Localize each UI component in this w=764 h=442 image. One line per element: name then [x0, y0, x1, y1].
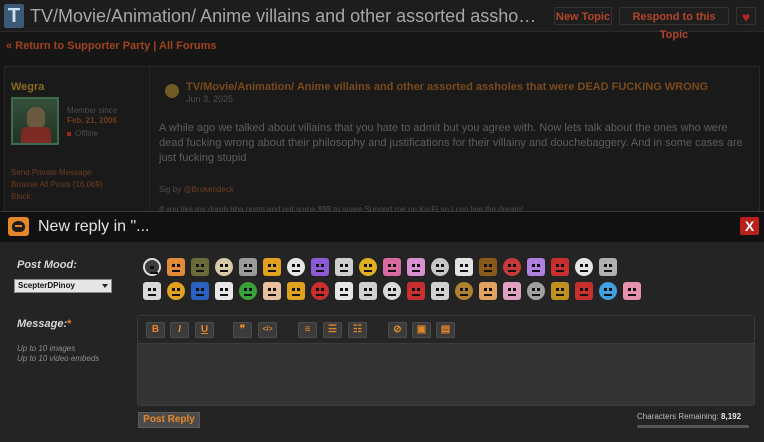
underline-button[interactable]: U: [195, 322, 214, 338]
image-button[interactable]: ▣: [412, 322, 431, 338]
mood-emoticon-3-icon[interactable]: [191, 258, 209, 276]
signature: Sig by @Brokendeck: [159, 185, 234, 194]
mood-emoticon-21-icon[interactable]: [143, 282, 161, 300]
mood-emoticon-4-icon[interactable]: [215, 258, 233, 276]
mood-emoticon-35-icon[interactable]: [479, 282, 497, 300]
quote-button[interactable]: ❞: [233, 322, 252, 338]
post-body: A while ago we talked about villains tha…: [159, 122, 743, 164]
mood-select[interactable]: ScepterDPinoy: [14, 279, 112, 293]
mood-emoticon-25-icon[interactable]: [239, 282, 257, 300]
mood-emoticon-7-icon[interactable]: [287, 258, 305, 276]
close-button[interactable]: X: [740, 217, 759, 235]
modal-title: New reply in "...: [38, 218, 150, 235]
mood-emoticon-26-icon[interactable]: [263, 282, 281, 300]
mood-emoticon-23-icon[interactable]: [191, 282, 209, 300]
mood-emoticon-41-icon[interactable]: [623, 282, 641, 300]
sig-author-link[interactable]: @Brokendeck: [183, 185, 233, 194]
post-mood-label: Post Mood:: [17, 259, 77, 271]
user-panel: Wegra Member since Feb. 21, 2006 Offline…: [5, 67, 150, 217]
mood-emoticon-20-icon[interactable]: [599, 258, 617, 276]
mood-emoticon-39-icon[interactable]: [575, 282, 593, 300]
mood-emoticon-8-icon[interactable]: [311, 258, 329, 276]
mood-emoticon-1-icon[interactable]: [143, 258, 161, 276]
bold-button[interactable]: B: [146, 322, 165, 338]
new-topic-button[interactable]: New Topic: [554, 7, 612, 25]
mood-emoticon-15-icon[interactable]: [479, 258, 497, 276]
mood-emoticon-13-icon[interactable]: [431, 258, 449, 276]
username[interactable]: Wegra: [11, 81, 44, 93]
block-link[interactable]: Block: [11, 192, 31, 201]
mood-emoticon-28-icon[interactable]: [311, 282, 329, 300]
post-reply-button[interactable]: Post Reply: [138, 412, 200, 428]
reply-modal: New reply in "... X Post Mood: ScepterDP…: [0, 211, 764, 442]
post-title: TV/Movie/Animation/ Anime villains and o…: [186, 81, 709, 93]
reply-icon: [8, 217, 29, 236]
editor-toolbar: B I U ❞ </> ≡ ☰ ☷ ⊘ ▣ ▤: [138, 316, 754, 344]
mood-emoticon-37-icon[interactable]: [527, 282, 545, 300]
mood-emoticon-22-icon[interactable]: [167, 282, 185, 300]
mood-emoticon-32-icon[interactable]: [407, 282, 425, 300]
mood-emoticon-6-icon[interactable]: [263, 258, 281, 276]
link-button[interactable]: ⊘: [388, 322, 407, 338]
message-textarea[interactable]: [138, 345, 754, 405]
site-logo[interactable]: T: [4, 4, 24, 28]
avatar[interactable]: [11, 97, 59, 145]
mood-emoticon-27-icon[interactable]: [287, 282, 305, 300]
mood-emoticon-9-icon[interactable]: [335, 258, 353, 276]
mood-emoticon-38-icon[interactable]: [551, 282, 569, 300]
characters-bar: [637, 425, 749, 428]
member-since-date: Feb. 21, 2006: [67, 116, 117, 125]
return-link[interactable]: « Return to Supporter Party | All Forums: [6, 40, 216, 52]
mood-emoticon-33-icon[interactable]: [431, 282, 449, 300]
mood-emoticon-12-icon[interactable]: [407, 258, 425, 276]
mood-emoticon-5-icon[interactable]: [239, 258, 257, 276]
align-left-button[interactable]: ≡: [298, 322, 317, 338]
message-editor: B I U ❞ </> ≡ ☰ ☷ ⊘ ▣ ▤: [137, 315, 755, 406]
mood-emoticon-36-icon[interactable]: [503, 282, 521, 300]
characters-remaining: Characters Remaining: 8,192: [637, 412, 742, 421]
mood-emoticon-11-icon[interactable]: [383, 258, 401, 276]
mood-emoticon-34-icon[interactable]: [455, 282, 473, 300]
member-since-label: Member since: [67, 106, 118, 115]
browse-posts-link[interactable]: Browse All Posts (16,069): [11, 180, 103, 189]
code-button[interactable]: </>: [258, 322, 277, 338]
mood-emoticon-2-icon[interactable]: [167, 258, 185, 276]
heart-icon[interactable]: ♥: [736, 7, 756, 25]
mood-emoticon-31-icon[interactable]: [383, 282, 401, 300]
ordered-list-button[interactable]: ☰: [323, 322, 342, 338]
mood-emoticon-17-icon[interactable]: [527, 258, 545, 276]
message-label: Message:*: [17, 318, 72, 330]
offline-dot-icon: [67, 131, 71, 136]
post-date: Jun 3, 2025: [186, 94, 234, 104]
mood-emoticon-24-icon[interactable]: [215, 282, 233, 300]
mood-emoticon-10-icon[interactable]: [359, 258, 377, 276]
mood-emoticon-40-icon[interactable]: [599, 282, 617, 300]
italic-button[interactable]: I: [170, 322, 189, 338]
topic-title: TV/Movie/Animation/ Anime villains and o…: [30, 6, 538, 26]
send-pm-link[interactable]: Send Private Message: [11, 168, 92, 177]
mood-emoticon-18-icon[interactable]: [551, 258, 569, 276]
upload-limits: Up to 10 images Up to 10 video embeds: [17, 344, 100, 363]
post-mood-icon: [165, 84, 179, 98]
topic-header: T TV/Movie/Animation/ Anime villains and…: [0, 0, 764, 41]
mood-emoticon-14-icon[interactable]: [455, 258, 473, 276]
mood-emoticon-30-icon[interactable]: [359, 282, 377, 300]
chevron-down-icon: [102, 284, 108, 288]
respond-button[interactable]: Respond to this Topic: [619, 7, 729, 41]
unordered-list-button[interactable]: ☷: [348, 322, 367, 338]
mood-emoticon-19-icon[interactable]: [575, 258, 593, 276]
video-button[interactable]: ▤: [436, 322, 455, 338]
modal-header: New reply in "... X: [0, 212, 764, 242]
mood-emoticon-16-icon[interactable]: [503, 258, 521, 276]
mood-emoticon-29-icon[interactable]: [335, 282, 353, 300]
status-indicator: Offline: [67, 129, 98, 138]
forum-post: Wegra Member since Feb. 21, 2006 Offline…: [4, 66, 760, 217]
